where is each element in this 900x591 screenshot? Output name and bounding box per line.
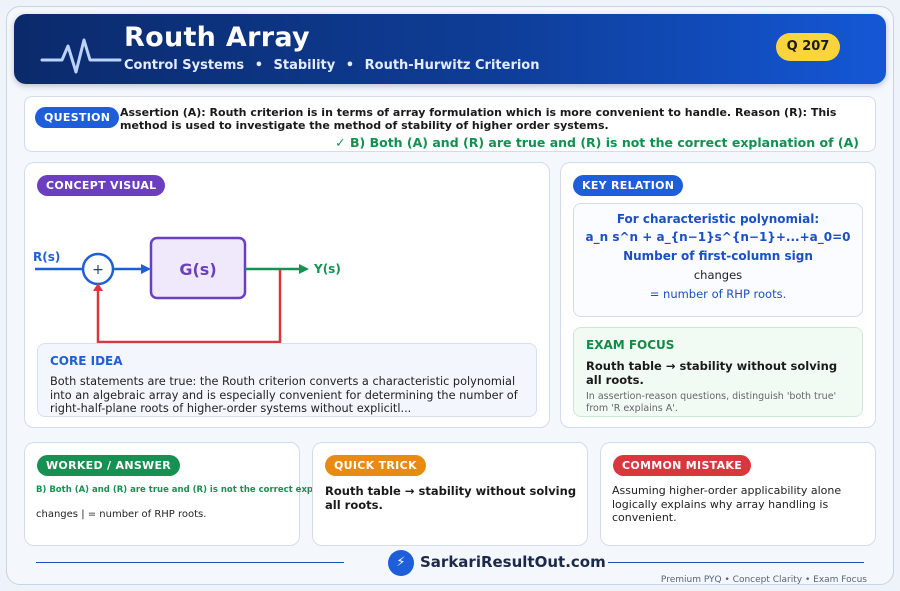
header-banner: Routh Array Control Systems • Stability … — [14, 14, 886, 84]
formula-box: For characteristic polynomial: a_n s^n +… — [573, 203, 863, 317]
question-number-badge: Q 207 — [776, 33, 840, 61]
core-idea-text: Both statements are true: the Routh crit… — [50, 375, 518, 415]
formula-line: changes — [693, 268, 743, 282]
key-relation-label: KEY RELATION — [573, 175, 684, 196]
question-label: QUESTION — [35, 107, 120, 128]
worked-answer-card: WORKED / ANSWER B) Both (A) and (R) are … — [24, 442, 382, 546]
quick-trick-card: QUICK TRICK Routh table → stability with… — [312, 442, 588, 546]
common-mistake-label: COMMON MISTAKE — [613, 455, 752, 476]
formula-line: For characteristic polynomial: — [616, 212, 820, 226]
pulse-icon — [40, 38, 122, 74]
footer-divider — [608, 562, 864, 563]
summing-sign: + — [92, 262, 104, 278]
question-bar: QUESTION Assertion (A): Routh criterion … — [24, 96, 876, 152]
common-mistake-text: Assuming higher-order applicability alon… — [612, 484, 842, 524]
core-idea-heading: CORE IDEA — [50, 354, 123, 368]
breadcrumb-separator: • — [345, 58, 355, 73]
footer-divider — [36, 562, 344, 563]
block-diagram: + G(s) R(s) Y(s) — [33, 236, 341, 343]
site-name[interactable]: SarkariResultOut.com — [420, 553, 606, 571]
exam-focus-box: EXAM FOCUS Routh table → stability witho… — [573, 327, 863, 417]
breadcrumb-separator: • — [254, 58, 263, 73]
key-relation-panel: KEY RELATION For characteristic polynomi… — [560, 162, 876, 428]
concept-visual-label: CONCEPT VISUAL — [37, 175, 166, 196]
worked-answer-detail: changes | = number of RHP roots. — [36, 509, 207, 520]
core-idea-box: CORE IDEA Both statements are true: the … — [37, 343, 537, 417]
quick-trick-label: QUICK TRICK — [325, 455, 426, 476]
breadcrumb-item: Stability — [273, 58, 336, 73]
exam-focus-point: Routh table → stability without solving … — [586, 359, 838, 387]
correct-answer: ✓ B) Both (A) and (R) are true and (R) i… — [335, 135, 859, 150]
page-title: Routh Array — [124, 22, 310, 53]
concept-visual-panel: CONCEPT VISUAL + G(s) R(s) Y(s) CORE IDE… — [24, 162, 550, 428]
block-label: G(s) — [179, 260, 216, 279]
footer-tagline: Premium PYQ • Concept Clarity • Exam Foc… — [660, 575, 867, 585]
lightning-icon: ⚡ — [388, 550, 414, 576]
exam-focus-note: In assertion-reason questions, distingui… — [586, 391, 837, 414]
common-mistake-card: COMMON MISTAKE Assuming higher-order app… — [600, 442, 876, 546]
quick-trick-text: Routh table → stability without solving … — [325, 484, 577, 512]
formula-equation: a_n s^n + a_{n−1}s^{n−1}+...+a_0=0 — [585, 230, 851, 244]
formula-line: = number of RHP roots. — [649, 287, 787, 301]
question-text: Assertion (A): Routh criterion is in ter… — [120, 106, 837, 132]
breadcrumb-item: Control Systems — [124, 58, 245, 73]
breadcrumb-item: Routh-Hurwitz Criterion — [364, 58, 540, 73]
formula-line: Number of first-column sign — [623, 249, 813, 263]
breadcrumb: Control Systems • Stability • Routh-Hurw… — [124, 58, 540, 73]
output-label: Y(s) — [313, 262, 341, 276]
exam-focus-heading: EXAM FOCUS — [586, 338, 675, 352]
worked-answer-label: WORKED / ANSWER — [37, 455, 181, 476]
input-label: R(s) — [33, 250, 60, 264]
